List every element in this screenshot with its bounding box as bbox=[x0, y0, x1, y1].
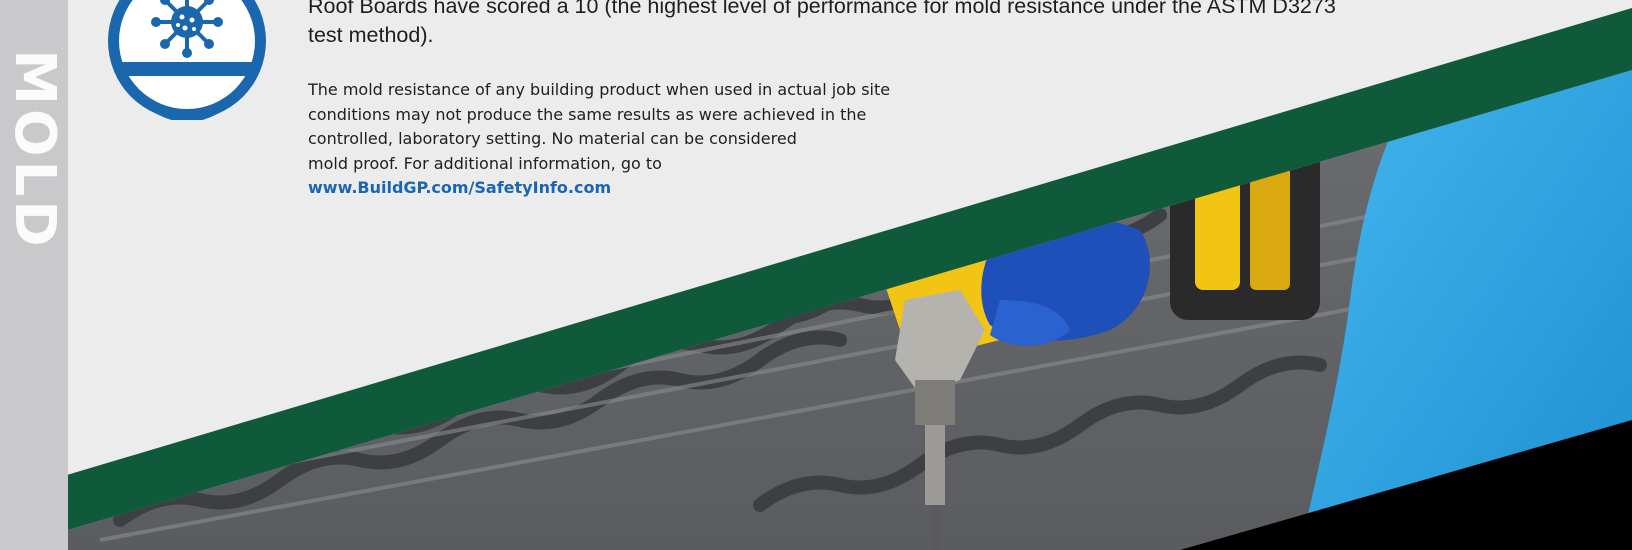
disclaimer-note: The mold resistance of any building prod… bbox=[308, 78, 1008, 201]
page: MOLD Roof Boards have scored a 10 (the h… bbox=[0, 0, 1632, 550]
note-line: mold proof. For additional information, … bbox=[308, 153, 662, 173]
side-label: MOLD bbox=[2, 49, 67, 251]
note-line: conditions may not produce the same resu… bbox=[308, 104, 867, 124]
side-band: MOLD bbox=[0, 0, 68, 550]
mold-spore-icon bbox=[108, 0, 266, 120]
safety-info-link[interactable]: www.BuildGP.com/SafetyInfo.com bbox=[308, 176, 1008, 201]
note-line: controlled, laboratory setting. No mater… bbox=[308, 129, 797, 148]
note-line: The mold resistance of any building prod… bbox=[308, 80, 891, 99]
heading: Roof Boards have scored a 10 (the highes… bbox=[308, 0, 1336, 47]
